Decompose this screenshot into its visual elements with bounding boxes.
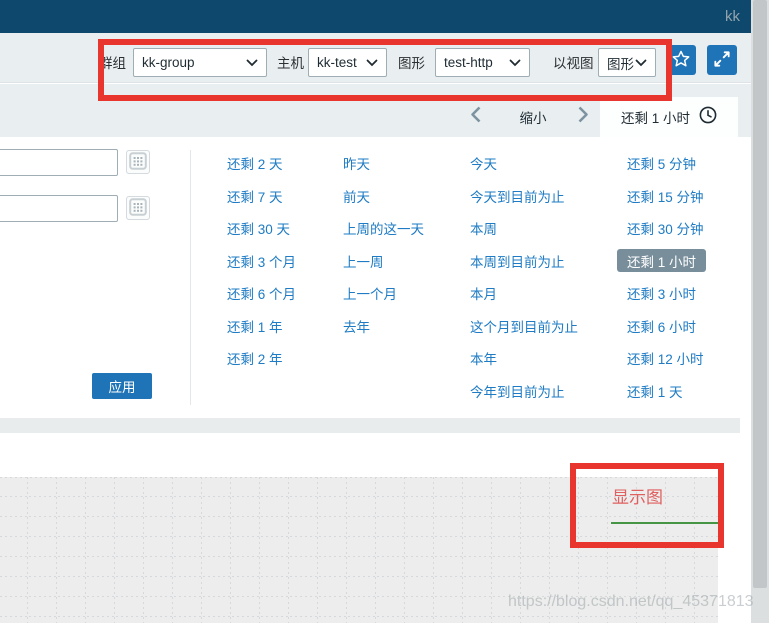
quick-range-link[interactable]: 还剩 1 年 [227,310,296,343]
scrollbar[interactable] [751,0,769,623]
quick-range-link[interactable]: 还剩 7 天 [227,180,296,213]
time-range-tab[interactable]: 还剩 1 小时 [600,97,738,137]
scrollbar-thumb[interactable] [753,0,767,588]
graph-placeholder-label: 显示图 [612,483,663,508]
panel-divider [190,150,191,405]
time-from-input[interactable] [0,149,118,176]
time-forward-button[interactable] [573,106,593,126]
star-icon [670,48,692,73]
calendar-icon [129,198,147,219]
quick-range-link[interactable]: 还剩 2 天 [227,147,296,180]
time-to-input[interactable] [0,195,118,222]
quick-range-link[interactable]: 今年到目前为止 [470,375,578,408]
quick-range-link[interactable]: 还剩 3 个月 [227,245,296,278]
apply-button[interactable]: 应用 [92,373,152,399]
quick-range-link[interactable]: 上周的这一天 [343,212,424,245]
user-menu[interactable]: kk [725,8,740,25]
quick-range-link[interactable]: 本周 [470,212,578,245]
top-navigation-bar: kk [0,0,751,33]
quick-range-link[interactable]: 今天到目前为止 [470,180,578,213]
quick-range-link[interactable]: 今天 [470,147,578,180]
calendar-icon [129,152,147,173]
watermark-text: https://blog.csdn.net/qq_45371813 [508,593,754,611]
quick-range-link[interactable]: 本年 [470,342,578,375]
quick-range-column-2: 昨天 前天 上周的这一天 上一周 上一个月 去年 [343,147,424,342]
calendar-to-button[interactable] [126,196,150,220]
quick-range-link[interactable]: 还剩 30 天 [227,212,296,245]
calendar-from-button[interactable] [126,150,150,174]
quick-range-link[interactable]: 还剩 12 小时 [617,342,706,375]
quick-range-link[interactable]: 前天 [343,180,424,213]
fullscreen-button[interactable] [707,45,737,75]
time-range-tab-label: 还剩 1 小时 [621,107,690,127]
quick-range-column-1: 还剩 2 天 还剩 7 天 还剩 30 天 还剩 3 个月 还剩 6 个月 还剩… [227,147,296,375]
quick-range-link[interactable]: 上一个月 [343,277,424,310]
section-separator [0,418,740,433]
quick-range-link-selected[interactable]: 还剩 1 小时 [617,249,706,272]
quick-range-column-4: 还剩 5 分钟 还剩 15 分钟 还剩 30 分钟 还剩 1 小时 还剩 3 小… [617,147,706,407]
quick-range-link[interactable]: 还剩 2 年 [227,342,296,375]
clock-icon [699,106,717,129]
quick-range-link[interactable]: 还剩 5 分钟 [617,147,706,180]
quick-range-link[interactable]: 本周到目前为止 [470,245,578,278]
quick-range-column-3: 今天 今天到目前为止 本周 本周到目前为止 本月 这个月到目前为止 本年 今年到… [470,147,578,407]
zoom-out-button[interactable]: 缩小 [505,107,561,127]
quick-range-link[interactable]: 本月 [470,277,578,310]
quick-range-link[interactable]: 上一周 [343,245,424,278]
time-filter-panel: 应用 还剩 2 天 还剩 7 天 还剩 30 天 还剩 3 个月 还剩 6 个月… [0,137,751,418]
quick-range-link[interactable]: 还剩 6 个月 [227,277,296,310]
page: kk 群组 kk-group 主机 kk-test 图形 test-http 以… [0,0,769,623]
expand-icon [712,49,732,72]
quick-range-link[interactable]: 这个月到目前为止 [470,310,578,343]
quick-range-link[interactable]: 昨天 [343,147,424,180]
annotation-box-filters [98,39,672,101]
chevron-left-icon [470,106,481,126]
quick-range-link[interactable]: 还剩 15 分钟 [617,180,706,213]
quick-range-link[interactable]: 还剩 6 小时 [617,310,706,343]
quick-range-link[interactable]: 还剩 1 天 [617,375,706,408]
quick-range-link[interactable]: 还剩 3 小时 [617,277,706,310]
quick-range-link[interactable]: 还剩 30 分钟 [617,212,706,245]
time-back-button[interactable] [465,106,485,126]
graph-series-line [611,522,718,524]
quick-range-link[interactable]: 去年 [343,310,424,343]
chevron-right-icon [578,106,589,126]
